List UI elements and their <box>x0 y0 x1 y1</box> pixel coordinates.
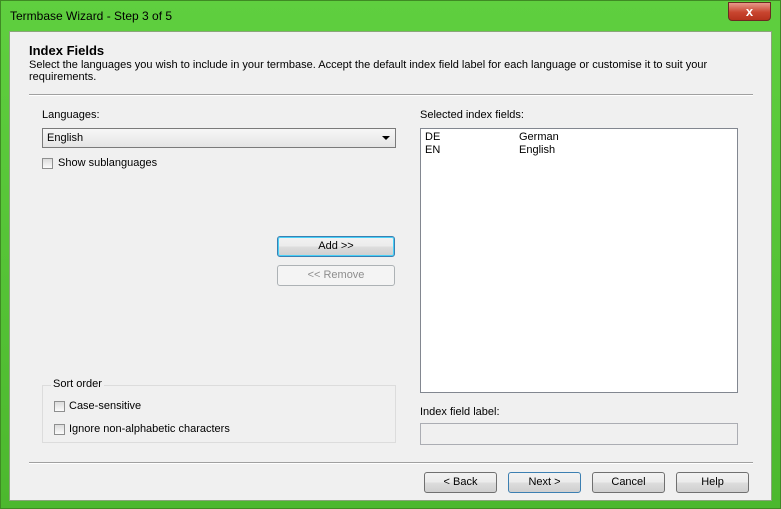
close-icon: x <box>745 4 754 19</box>
language-code: EN <box>425 144 441 156</box>
wizard-window: Termbase Wizard - Step 3 of 5 x Index Fi… <box>0 0 781 509</box>
footer-divider <box>29 462 753 464</box>
language-name: English <box>519 144 556 156</box>
selected-index-fields-label: Selected index fields: <box>420 109 524 121</box>
close-button[interactable]: x <box>728 2 771 21</box>
page-title: Index Fields <box>29 43 105 58</box>
languages-label: Languages: <box>42 109 100 121</box>
title-bar[interactable]: Termbase Wizard - Step 3 of 5 x <box>1 1 780 31</box>
sort-order-label: Sort order <box>51 378 104 390</box>
languages-selected-value: English <box>47 132 84 144</box>
page-header: Index Fields Select the languages you wi… <box>10 32 771 94</box>
index-field-label-caption: Index field label: <box>420 406 500 418</box>
wizard-body: Index Fields Select the languages you wi… <box>9 31 772 501</box>
show-sublanguages-label[interactable]: Show sublanguages <box>58 157 157 169</box>
cancel-button[interactable]: Cancel <box>592 472 665 493</box>
case-sensitive-label[interactable]: Case-sensitive <box>69 400 141 412</box>
language-name: German <box>519 131 559 143</box>
chevron-down-icon[interactable] <box>382 136 390 140</box>
languages-dropdown[interactable]: English <box>42 128 396 148</box>
index-field-label-input[interactable] <box>420 423 738 445</box>
page-subtitle: Select the languages you wish to include… <box>29 59 708 83</box>
remove-button[interactable]: << Remove <box>277 265 395 286</box>
back-button[interactable]: < Back <box>424 472 497 493</box>
add-button[interactable]: Add >> <box>277 236 395 257</box>
sort-order-group: Sort order Case-sensitive Ignore non-alp… <box>42 378 396 443</box>
selected-index-fields-list[interactable]: DE German EN English <box>420 128 738 393</box>
ignore-nonalphabetic-label[interactable]: Ignore non-alphabetic characters <box>69 423 230 435</box>
language-code: DE <box>425 131 441 143</box>
header-divider <box>29 94 753 96</box>
help-button[interactable]: Help <box>676 472 749 493</box>
next-button[interactable]: Next > <box>508 472 581 493</box>
show-sublanguages-checkbox[interactable] <box>42 158 53 169</box>
ignore-nonalphabetic-checkbox[interactable] <box>54 424 65 435</box>
case-sensitive-checkbox[interactable] <box>54 401 65 412</box>
window-title: Termbase Wizard - Step 3 of 5 <box>10 9 173 23</box>
